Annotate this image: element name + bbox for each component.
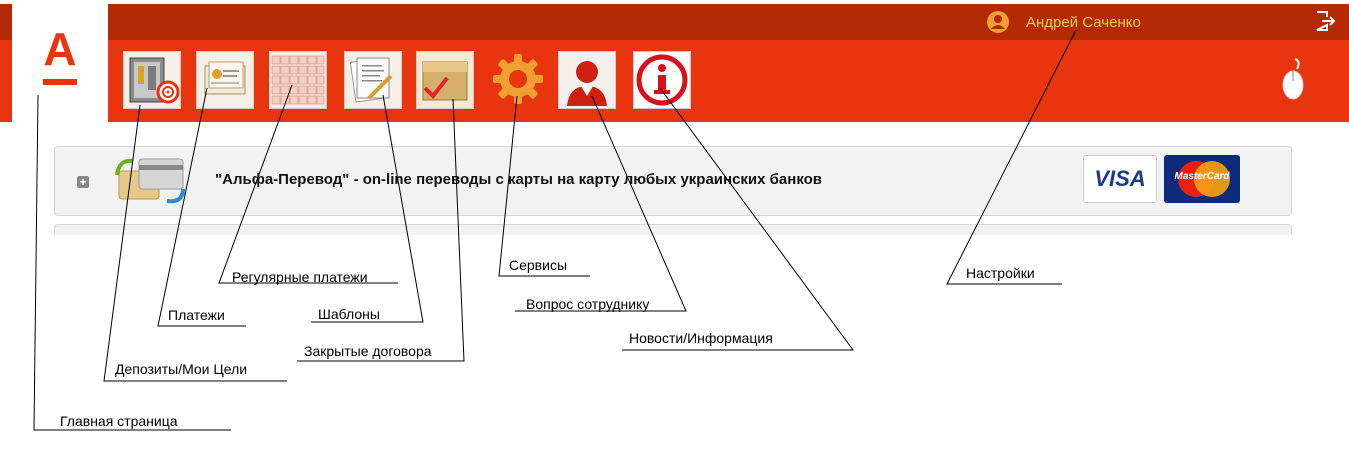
label-ask-employee: Вопрос сотруднику xyxy=(526,296,650,312)
label-closed-contracts: Закрытые договора xyxy=(304,343,432,359)
label-settings: Настройки xyxy=(966,265,1035,281)
label-regular-payments: Регулярные платежи xyxy=(232,269,368,285)
label-services: Сервисы xyxy=(509,257,568,273)
label-home: Главная страница xyxy=(60,413,178,429)
label-payments: Платежи xyxy=(168,307,225,323)
label-deposits: Депозиты/Мои Цели xyxy=(115,361,248,377)
annotation-lines xyxy=(33,29,1077,431)
label-templates: Шаблоны xyxy=(318,306,380,322)
label-news: Новости/Информация xyxy=(629,330,773,346)
